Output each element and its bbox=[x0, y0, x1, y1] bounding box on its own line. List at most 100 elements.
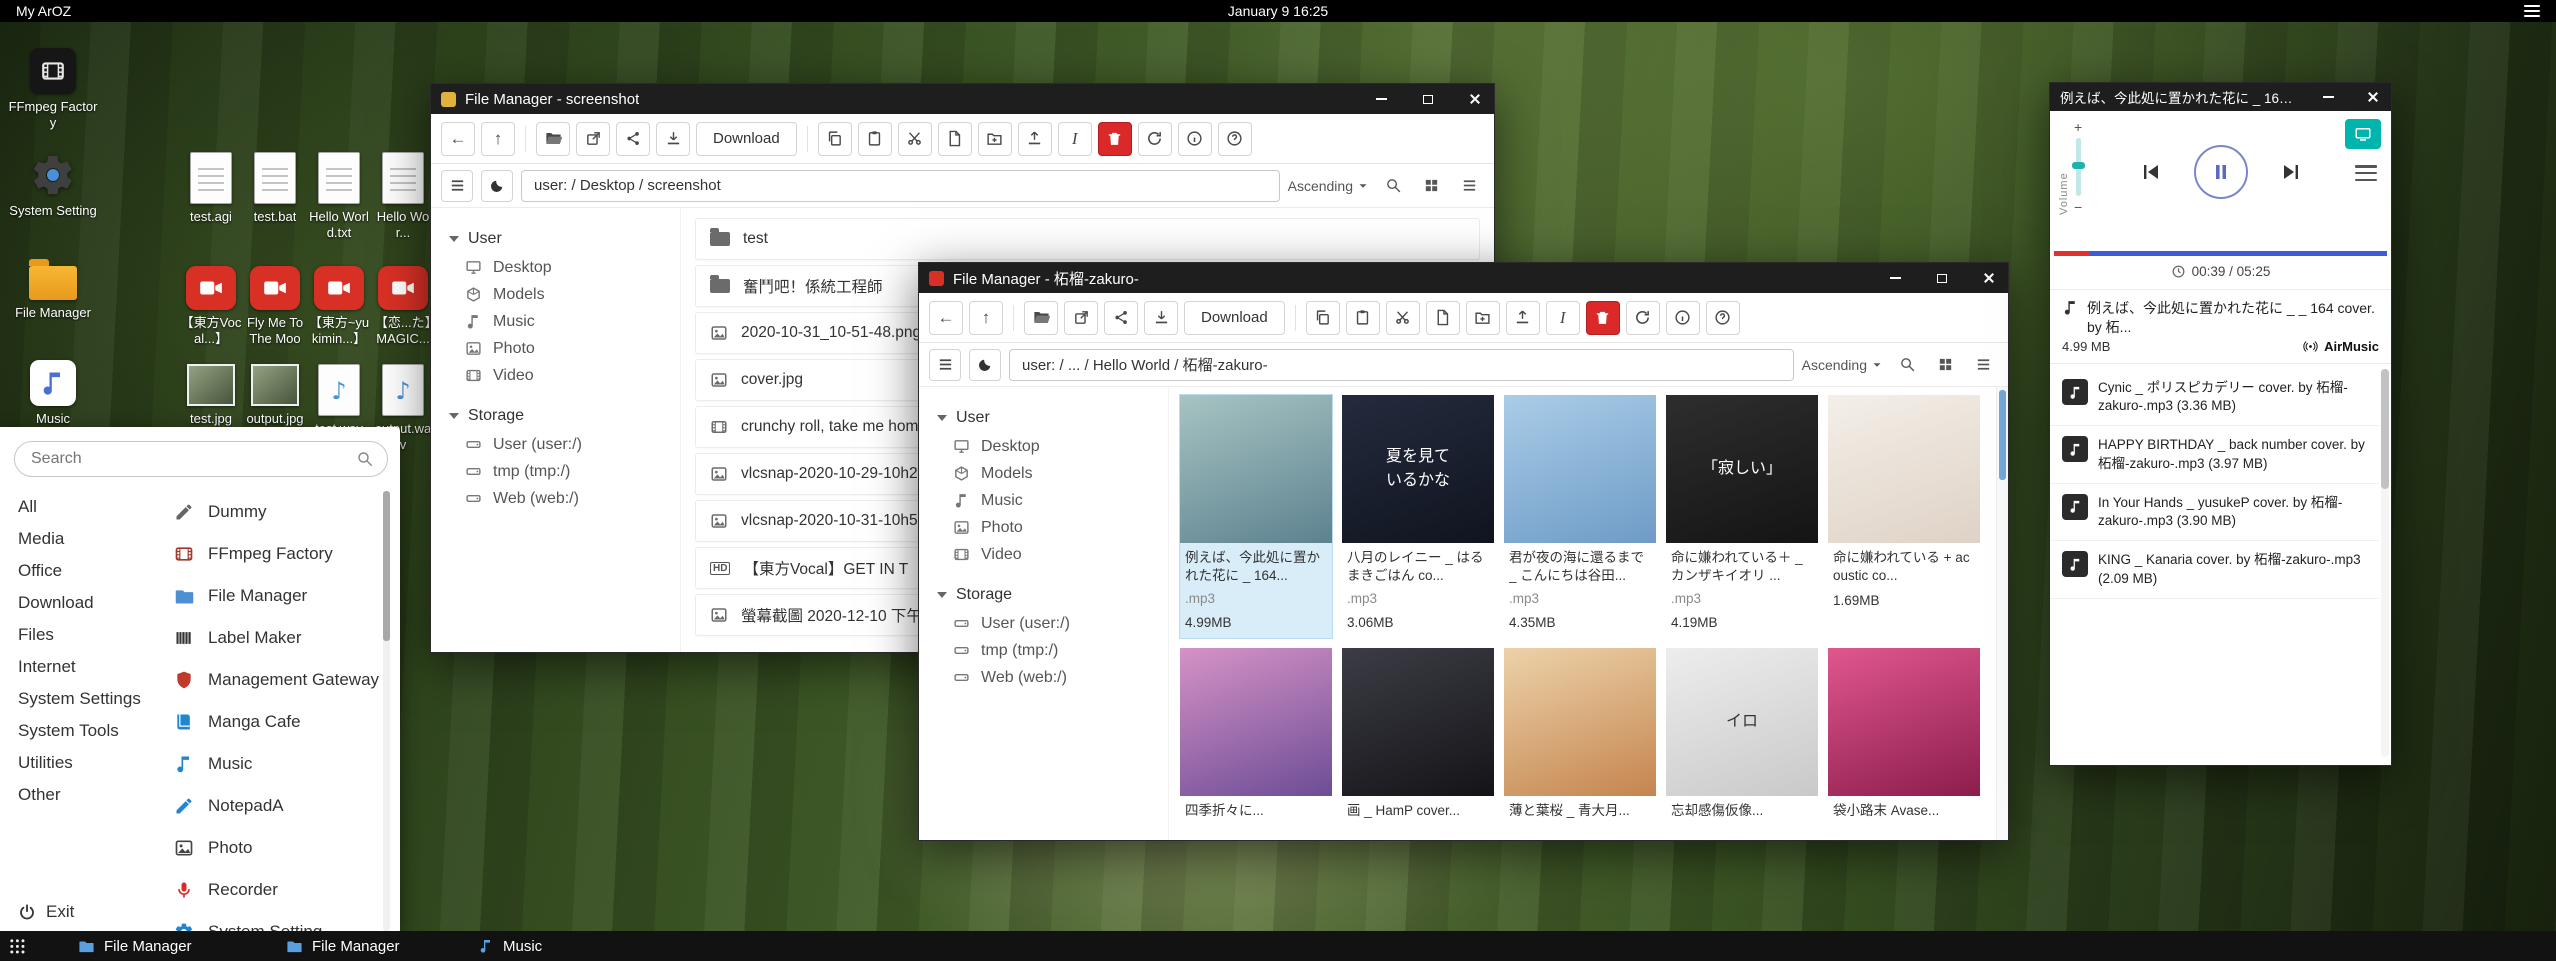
playlist-item[interactable]: In Your Hands _ yusukeP cover. by 柘榴-zak… bbox=[2050, 484, 2379, 541]
playlist-item[interactable]: KING _ Kanaria cover. by 柘榴-zakuro-.mp3 … bbox=[2050, 541, 2379, 598]
sidebar-toggle-button[interactable] bbox=[441, 170, 473, 202]
app-item-ffmpeg-factory[interactable]: FFmpeg Factory bbox=[170, 533, 388, 575]
category-system-tools[interactable]: System Tools bbox=[14, 715, 164, 747]
file-tile[interactable]: 夏を見て いるかな 八月のレイニー _ はるまきごはん co....mp33.0… bbox=[1342, 395, 1494, 638]
app-launcher-button[interactable] bbox=[0, 931, 34, 961]
playlist-scrollbar[interactable] bbox=[2381, 369, 2389, 757]
properties-button[interactable] bbox=[1178, 122, 1212, 156]
category-media[interactable]: Media bbox=[14, 523, 164, 555]
share-button[interactable] bbox=[1104, 301, 1138, 335]
desktop-icon-file-manager[interactable]: File Manager bbox=[8, 256, 98, 321]
dark-mode-button[interactable] bbox=[481, 170, 513, 202]
download-button[interactable]: Download bbox=[1184, 301, 1285, 335]
sidebar-toggle-button[interactable] bbox=[929, 349, 961, 381]
up-button[interactable]: ↑ bbox=[969, 301, 1003, 335]
taskbar-item-file-manager[interactable]: File Manager bbox=[278, 931, 408, 961]
app-item-dummy[interactable]: Dummy bbox=[170, 491, 388, 533]
app-item-notepada[interactable]: NotepadA bbox=[170, 785, 388, 827]
playlist-item[interactable]: Cynic _ ポリスピカデリー cover. by 柘榴-zakuro-.mp… bbox=[2050, 369, 2379, 426]
sidebar-item-video[interactable]: Video bbox=[937, 541, 1168, 568]
paste-button[interactable] bbox=[858, 122, 892, 156]
category-files[interactable]: Files bbox=[14, 619, 164, 651]
list-view-button[interactable] bbox=[1454, 171, 1484, 201]
new-file-button[interactable] bbox=[1426, 301, 1460, 335]
menu-icon[interactable] bbox=[2524, 5, 2540, 17]
file-tile[interactable]: 四季折々に... bbox=[1180, 648, 1332, 828]
sidebar-item-photo[interactable]: Photo bbox=[449, 335, 680, 362]
properties-button[interactable] bbox=[1666, 301, 1700, 335]
sort-dropdown[interactable]: Ascending bbox=[1802, 357, 1884, 373]
list-view-button[interactable] bbox=[1968, 350, 1998, 380]
titlebar[interactable]: 例えば、今此処に置かれた花に _ 164 c... bbox=[2050, 83, 2391, 111]
minimize-button[interactable] bbox=[2311, 83, 2347, 111]
volume-up-label[interactable]: + bbox=[2074, 119, 2082, 135]
close-button[interactable] bbox=[1970, 263, 2008, 293]
open-button[interactable] bbox=[536, 122, 570, 156]
desktop-file[interactable]: 【東方~yu kimin...】 bbox=[308, 266, 370, 347]
playlist-toggle-button[interactable] bbox=[2355, 165, 2377, 181]
sidebar-item-web-drive[interactable]: Web (web:/) bbox=[937, 664, 1168, 691]
sidebar-item-tmp-drive[interactable]: tmp (tmp:/) bbox=[937, 637, 1168, 664]
sidebar-item-photo[interactable]: Photo bbox=[937, 514, 1168, 541]
file-tile[interactable]: 命に嫌われている + acoustic co...1.69MB bbox=[1828, 395, 1980, 638]
minimize-button[interactable] bbox=[1876, 263, 1914, 293]
delete-button[interactable] bbox=[1098, 122, 1132, 156]
exit-button[interactable]: Exit bbox=[18, 902, 74, 922]
back-button[interactable]: ← bbox=[441, 122, 475, 156]
playlist-item[interactable]: HAPPY BIRTHDAY _ back number cover. by柘榴… bbox=[2050, 426, 2379, 483]
file-tile[interactable]: 画 _ HamP cover... bbox=[1342, 648, 1494, 828]
sidebar-item-music[interactable]: Music bbox=[937, 487, 1168, 514]
category-all[interactable]: All bbox=[14, 491, 164, 523]
desktop-file[interactable]: Hello World.txt bbox=[308, 152, 370, 241]
search-button[interactable] bbox=[1892, 350, 1922, 380]
help-button[interactable] bbox=[1218, 122, 1252, 156]
sidebar-item-desktop[interactable]: Desktop bbox=[449, 254, 680, 281]
upload-button[interactable] bbox=[1018, 122, 1052, 156]
previous-button[interactable] bbox=[2138, 160, 2162, 184]
desktop-file[interactable]: Fly Me To The Moon... bbox=[244, 266, 306, 349]
sidebar-section-user[interactable]: User bbox=[937, 409, 1168, 427]
sidebar-item-user-drive[interactable]: User (user:/) bbox=[449, 431, 680, 458]
path-input[interactable] bbox=[521, 170, 1280, 202]
path-input[interactable] bbox=[1009, 349, 1794, 381]
category-system-settings[interactable]: System Settings bbox=[14, 683, 164, 715]
app-item-label-maker[interactable]: Label Maker bbox=[170, 617, 388, 659]
taskbar-item-file-manager[interactable]: File Manager bbox=[70, 931, 200, 961]
search-icon[interactable] bbox=[356, 450, 374, 468]
app-item-recorder[interactable]: Recorder bbox=[170, 869, 388, 911]
sidebar-item-models[interactable]: Models bbox=[937, 460, 1168, 487]
app-item-photo[interactable]: Photo bbox=[170, 827, 388, 869]
upload-button[interactable] bbox=[1506, 301, 1540, 335]
next-button[interactable] bbox=[2280, 160, 2304, 184]
file-tile[interactable]: 君が夜の海に還るまで _ こんにちは谷田....mp34.35MB bbox=[1504, 395, 1656, 638]
sidebar-item-music[interactable]: Music bbox=[449, 308, 680, 335]
cut-button[interactable] bbox=[1386, 301, 1420, 335]
titlebar[interactable]: File Manager - 柘榴-zakuro- bbox=[919, 263, 2008, 293]
sidebar-item-web-drive[interactable]: Web (web:/) bbox=[449, 485, 680, 512]
taskbar-item-music[interactable]: Music bbox=[470, 931, 550, 961]
paste-button[interactable] bbox=[1346, 301, 1380, 335]
minimize-button[interactable] bbox=[1362, 84, 1400, 114]
download-icon-button[interactable] bbox=[656, 122, 690, 156]
desktop-file[interactable]: 【東方Vocal...】 bbox=[180, 266, 242, 347]
download-button[interactable]: Download bbox=[696, 122, 797, 156]
back-button[interactable]: ← bbox=[929, 301, 963, 335]
category-utilities[interactable]: Utilities bbox=[14, 747, 164, 779]
maximize-button[interactable] bbox=[1409, 84, 1447, 114]
search-input[interactable] bbox=[14, 441, 388, 477]
sidebar-item-tmp-drive[interactable]: tmp (tmp:/) bbox=[449, 458, 680, 485]
file-tile[interactable]: イロ 忘却感傷仮像... bbox=[1666, 648, 1818, 828]
file-tile[interactable]: 薄と葉桜 _ 青大月... bbox=[1504, 648, 1656, 828]
app-item-file-manager[interactable]: File Manager bbox=[170, 575, 388, 617]
download-icon-button[interactable] bbox=[1144, 301, 1178, 335]
new-folder-button[interactable] bbox=[1466, 301, 1500, 335]
desktop-file[interactable]: Hello Wor... bbox=[372, 152, 434, 241]
rename-button[interactable]: I bbox=[1546, 301, 1580, 335]
desktop-icon-ffmpeg-factory[interactable]: FFmpeg Factory bbox=[8, 48, 98, 131]
cut-button[interactable] bbox=[898, 122, 932, 156]
maximize-button[interactable] bbox=[1923, 263, 1961, 293]
pause-button[interactable] bbox=[2194, 145, 2248, 199]
file-tile-selected[interactable]: 例えば、今此処に置かれた花に _ 164....mp34.99MB bbox=[1180, 395, 1332, 638]
sidebar-section-user[interactable]: User bbox=[449, 230, 680, 248]
help-button[interactable] bbox=[1706, 301, 1740, 335]
